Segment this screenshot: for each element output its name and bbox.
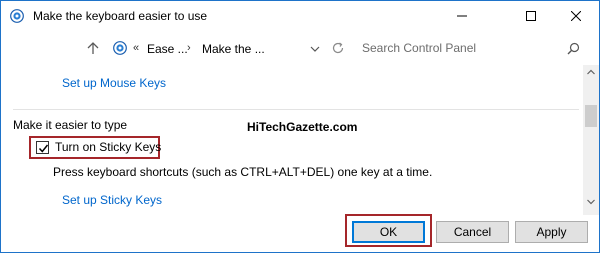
breadcrumb-ease-of-access[interactable]: Ease ... bbox=[147, 42, 188, 56]
sticky-keys-checkbox[interactable] bbox=[36, 141, 49, 154]
breadcrumb-overflow[interactable]: « bbox=[133, 42, 139, 54]
maximize-icon bbox=[526, 11, 536, 21]
content-area: Set up Mouse Keys Make it easier to type… bbox=[1, 65, 583, 215]
scroll-down-icon[interactable] bbox=[587, 199, 595, 205]
breadcrumb-current[interactable]: Make the ... bbox=[202, 42, 265, 56]
search-icon[interactable] bbox=[567, 42, 580, 55]
ok-button[interactable]: OK bbox=[352, 221, 425, 243]
control-panel-icon bbox=[113, 41, 127, 55]
vertical-scrollbar[interactable] bbox=[583, 65, 599, 215]
set-up-sticky-keys-link[interactable]: Set up Sticky Keys bbox=[62, 193, 162, 207]
control-panel-icon bbox=[10, 9, 24, 23]
minimize-icon bbox=[457, 15, 467, 17]
dialog-window: Make the keyboard easier to use « Ease .… bbox=[0, 0, 600, 253]
cancel-button[interactable]: Cancel bbox=[436, 221, 509, 243]
search-input[interactable] bbox=[356, 37, 584, 59]
breadcrumb-separator[interactable]: › bbox=[187, 42, 191, 54]
close-icon bbox=[571, 11, 581, 21]
watermark-text: HiTechGazette.com bbox=[247, 120, 358, 134]
chevron-down-icon[interactable] bbox=[310, 42, 320, 56]
set-up-mouse-keys-link[interactable]: Set up Mouse Keys bbox=[62, 76, 166, 90]
checkmark-icon bbox=[38, 144, 49, 153]
up-arrow-icon[interactable] bbox=[85, 40, 101, 56]
close-button[interactable] bbox=[553, 1, 599, 31]
address-bar: « Ease ... › Make the ... bbox=[1, 32, 599, 64]
section-title: Make it easier to type bbox=[13, 118, 128, 132]
title-bar: Make the keyboard easier to use bbox=[1, 1, 599, 31]
scrollbar-thumb[interactable] bbox=[585, 105, 597, 127]
scroll-up-icon[interactable] bbox=[587, 69, 595, 75]
maximize-button[interactable] bbox=[508, 1, 554, 31]
sticky-keys-label[interactable]: Turn on Sticky Keys bbox=[55, 140, 161, 154]
sticky-keys-description: Press keyboard shortcuts (such as CTRL+A… bbox=[53, 165, 433, 179]
section-divider bbox=[13, 109, 579, 110]
apply-button[interactable]: Apply bbox=[515, 221, 588, 243]
refresh-icon[interactable] bbox=[331, 41, 345, 55]
window-title: Make the keyboard easier to use bbox=[33, 9, 208, 23]
minimize-button[interactable] bbox=[439, 1, 485, 31]
